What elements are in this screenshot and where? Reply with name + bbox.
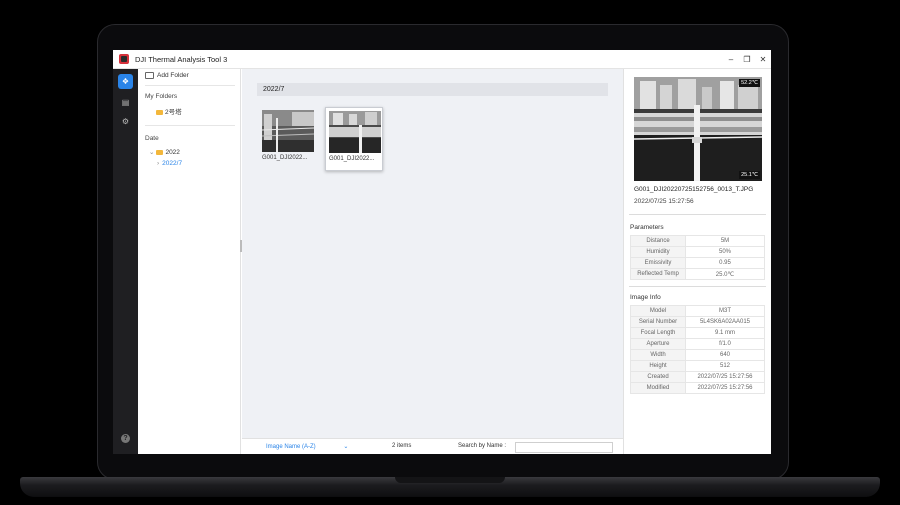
folder-icon bbox=[156, 109, 163, 115]
info-value: 9.1 mm bbox=[685, 327, 765, 339]
tree-node-month-label: 2022/7 bbox=[162, 160, 183, 167]
details-panel: 52.2℃ 25.1℃ G001_DJI20220725152756_0013_… bbox=[623, 69, 771, 454]
help-icon[interactable]: ? bbox=[118, 431, 133, 446]
info-value: f/1.0 bbox=[685, 338, 765, 350]
folder-item[interactable]: 2号塔 bbox=[156, 106, 182, 116]
status-bar: Image Name (A-Z) ⌄ 2 items Search by Nam… bbox=[242, 438, 623, 454]
info-key: Height bbox=[630, 360, 686, 372]
image-info-table: Model M3T Serial Number 5L4SK6A02AA015 Foc… bbox=[630, 305, 765, 394]
divider bbox=[145, 85, 235, 86]
info-value: 2022/07/25 15:27:56 bbox=[685, 382, 765, 394]
report-icon[interactable]: ▤ bbox=[118, 95, 133, 110]
app-window: DJI Thermal Analysis Tool 3 – ❐ ✕ ❖ ▤ ⚙ … bbox=[113, 50, 771, 454]
gallery-area: 2022/7 G001_DJI2022... G001_DJI2022... bbox=[242, 69, 623, 438]
sort-dropdown[interactable]: Image Name (A-Z) ⌄ bbox=[266, 443, 348, 450]
table-row: Focal Length 9.1 mm bbox=[630, 327, 765, 339]
info-value: 640 bbox=[685, 349, 765, 361]
search-input[interactable] bbox=[515, 442, 613, 453]
add-folder-button[interactable]: Add Folder bbox=[145, 72, 189, 79]
image-info-heading: Image Info bbox=[630, 294, 661, 301]
chevron-right-icon: › bbox=[157, 160, 160, 167]
date-heading: Date bbox=[145, 135, 159, 142]
info-value: 512 bbox=[685, 360, 765, 372]
window-title: DJI Thermal Analysis Tool 3 bbox=[135, 54, 228, 64]
app-logo-icon bbox=[119, 54, 129, 64]
preview-image: 52.2℃ 25.1℃ bbox=[634, 77, 762, 181]
divider bbox=[629, 214, 766, 215]
thumbnail-graphic bbox=[262, 110, 314, 152]
info-value: 5L4SK6A02AA015 bbox=[685, 316, 765, 328]
file-name: G001_DJI20220725152756_0013_T.JPG bbox=[634, 186, 754, 193]
param-value: 50% bbox=[685, 246, 765, 258]
settings-icon[interactable]: ⚙ bbox=[118, 114, 133, 129]
thumbnail-label: G001_DJI2022... bbox=[329, 156, 375, 162]
thermal-thumbnail-image bbox=[329, 111, 381, 153]
info-key: Serial Number bbox=[630, 316, 686, 328]
table-row: Reflected Temp 25.0℃ bbox=[630, 268, 765, 280]
restore-icon[interactable]: ❐ bbox=[739, 50, 755, 68]
table-row: Height 512 bbox=[630, 360, 765, 372]
param-key: Reflected Temp bbox=[630, 268, 686, 280]
min-temp-badge: 25.1℃ bbox=[739, 171, 760, 179]
info-key: Aperture bbox=[630, 338, 686, 350]
thumbnail-graphic bbox=[329, 111, 381, 153]
table-row: Modified 2022/07/25 15:27:56 bbox=[630, 382, 765, 394]
chevron-down-icon: ⌄ bbox=[343, 444, 349, 450]
gallery-icon[interactable]: ❖ bbox=[118, 74, 133, 89]
tree-node-year[interactable]: ⌄ 2022 bbox=[149, 148, 180, 156]
param-value: 0.95 bbox=[685, 257, 765, 269]
add-folder-label: Add Folder bbox=[157, 72, 189, 80]
folder-item-label: 2号塔 bbox=[165, 109, 182, 116]
table-row: Model M3T bbox=[630, 305, 765, 317]
parameters-table: Distance 5M Humidity 50% Emissivity 0.95 Re… bbox=[630, 235, 765, 280]
param-value: 25.0℃ bbox=[685, 268, 765, 280]
table-row: Emissivity 0.95 bbox=[630, 257, 765, 269]
close-icon[interactable]: ✕ bbox=[755, 50, 771, 68]
thumbnail-card[interactable]: G001_DJI2022... bbox=[259, 107, 317, 171]
param-key: Emissivity bbox=[630, 257, 686, 269]
table-row: Created 2022/07/25 15:27:56 bbox=[630, 371, 765, 383]
table-row: Serial Number 5L4SK6A02AA015 bbox=[630, 316, 765, 328]
tree-node-year-label: 2022 bbox=[165, 149, 180, 156]
file-datetime: 2022/07/25 15:27:56 bbox=[634, 198, 694, 205]
info-key: Modified bbox=[630, 382, 686, 394]
search-label: Search by Name : bbox=[458, 443, 507, 449]
laptop-notch bbox=[395, 477, 505, 483]
divider bbox=[145, 125, 235, 126]
table-row: Distance 5M bbox=[630, 235, 765, 247]
max-temp-badge: 52.2℃ bbox=[739, 79, 760, 87]
folder-icon bbox=[156, 149, 164, 155]
table-row: Width 640 bbox=[630, 349, 765, 361]
add-folder-icon bbox=[145, 72, 154, 79]
my-folders-heading: My Folders bbox=[145, 93, 178, 100]
param-value: 5M bbox=[685, 235, 765, 247]
param-key: Distance bbox=[630, 235, 686, 247]
table-row: Humidity 50% bbox=[630, 246, 765, 258]
date-group-header: 2022/7 bbox=[257, 83, 608, 96]
folder-sidebar: Add Folder My Folders 2号塔 Date ⌄ 2022 › 20… bbox=[138, 69, 241, 454]
info-value: M3T bbox=[685, 305, 765, 317]
info-value: 2022/07/25 15:27:56 bbox=[685, 371, 765, 383]
info-key: Width bbox=[630, 349, 686, 361]
tree-node-month[interactable]: › 2022/7 bbox=[157, 160, 182, 167]
info-key: Created bbox=[630, 371, 686, 383]
param-key: Humidity bbox=[630, 246, 686, 258]
item-count: 2 items bbox=[392, 443, 412, 449]
title-bar: DJI Thermal Analysis Tool 3 – ❐ ✕ bbox=[113, 50, 771, 69]
parameters-heading: Parameters bbox=[630, 224, 664, 231]
thumbnail-card-selected[interactable]: G001_DJI2022... bbox=[325, 107, 383, 171]
thumbnail-label: G001_DJI2022... bbox=[262, 155, 308, 161]
info-key: Model bbox=[630, 305, 686, 317]
thermal-preview-graphic bbox=[634, 77, 762, 181]
chevron-down-icon: ⌄ bbox=[149, 149, 155, 156]
nav-rail: ❖ ▤ ⚙ ? bbox=[113, 69, 138, 454]
sort-dropdown-label: Image Name (A-Z) bbox=[266, 444, 316, 450]
info-key: Focal Length bbox=[630, 327, 686, 339]
minimize-icon[interactable]: – bbox=[723, 50, 739, 68]
divider bbox=[629, 286, 766, 287]
thermal-thumbnail-image bbox=[262, 110, 314, 152]
table-row: Aperture f/1.0 bbox=[630, 338, 765, 350]
